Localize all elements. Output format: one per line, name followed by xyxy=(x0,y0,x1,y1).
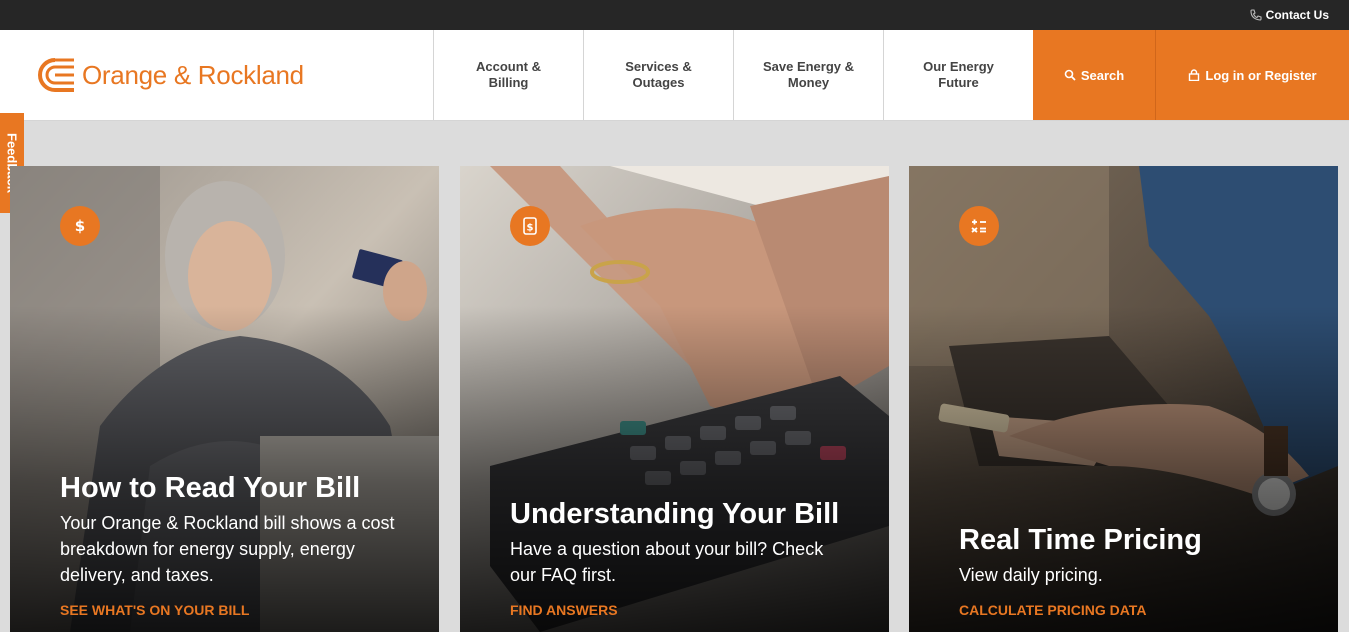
nav-label-line: Account & xyxy=(476,59,541,74)
main-nav: Account & Billing Services & Outages Save … xyxy=(433,30,1033,120)
site-header: Orange & Rockland Account & Billing Servi… xyxy=(0,30,1349,121)
utility-bar: Contact Us xyxy=(0,0,1349,30)
calculator-icon xyxy=(959,206,999,246)
svg-text:$: $ xyxy=(75,217,85,235)
nav-label-line: Outages xyxy=(632,75,685,90)
nav-label-line: Billing xyxy=(488,75,529,90)
login-register-label: Log in or Register xyxy=(1205,67,1317,83)
login-register-button[interactable]: Log in or Register xyxy=(1156,30,1349,120)
nav-label-line: Money xyxy=(787,75,830,90)
search-icon xyxy=(1064,69,1076,81)
card-understanding-bill[interactable]: $ Understanding Your Bill Have a questio… xyxy=(460,166,889,632)
card-read-your-bill[interactable]: $ How to Read Your Bill Your Orange & Ro… xyxy=(10,166,439,632)
card-description: Have a question about your bill? Check o… xyxy=(510,539,824,585)
card-content: Real Time Pricing View daily pricing. CA… xyxy=(959,524,1298,620)
bill-document-icon: $ xyxy=(510,206,550,246)
search-label: Search xyxy=(1080,67,1125,83)
nav-label-line: Save Energy & xyxy=(762,59,855,74)
card-description: Your Orange & Rockland bill shows a cost… xyxy=(60,513,395,585)
search-button[interactable]: Search xyxy=(1033,30,1156,120)
card-real-time-pricing[interactable]: Real Time Pricing View daily pricing. CA… xyxy=(909,166,1338,632)
nav-our-energy-future[interactable]: Our Energy Future xyxy=(883,30,1033,120)
logo-mark-icon xyxy=(38,58,74,92)
card-content: How to Read Your Bill Your Orange & Rock… xyxy=(60,472,399,620)
find-answers-link[interactable]: FIND ANSWERS xyxy=(510,602,618,618)
nav-account-billing[interactable]: Account & Billing xyxy=(433,30,583,120)
contact-us-link[interactable]: Contact Us xyxy=(1250,8,1329,22)
header-actions: Search Log in or Register xyxy=(1033,30,1349,120)
nav-label-line: Future xyxy=(938,75,979,90)
lock-icon xyxy=(1189,69,1200,81)
nav-label-line: Services & xyxy=(625,59,692,74)
dollar-icon: $ xyxy=(60,206,100,246)
see-whats-on-your-bill-link[interactable]: SEE WHAT'S ON YOUR BILL xyxy=(60,602,250,618)
card-content: Understanding Your Bill Have a question … xyxy=(510,498,849,620)
svg-text:$: $ xyxy=(527,223,534,234)
orange-rockland-logo[interactable]: Orange & Rockland xyxy=(34,57,304,93)
calculate-pricing-data-link[interactable]: CALCULATE PRICING DATA xyxy=(959,602,1146,618)
card-title: Real Time Pricing xyxy=(959,524,1202,556)
phone-icon xyxy=(1250,9,1262,21)
card-description: View daily pricing. xyxy=(959,565,1103,585)
nav-services-outages[interactable]: Services & Outages xyxy=(583,30,733,120)
nav-label-line: Our Energy xyxy=(923,59,994,74)
logo-text: Orange & Rockland xyxy=(82,59,304,90)
nav-save-energy-money[interactable]: Save Energy & Money xyxy=(733,30,883,120)
contact-us-label: Contact Us xyxy=(1265,8,1329,22)
card-title: How to Read Your Bill xyxy=(60,472,361,504)
card-title: Understanding Your Bill xyxy=(510,498,840,530)
